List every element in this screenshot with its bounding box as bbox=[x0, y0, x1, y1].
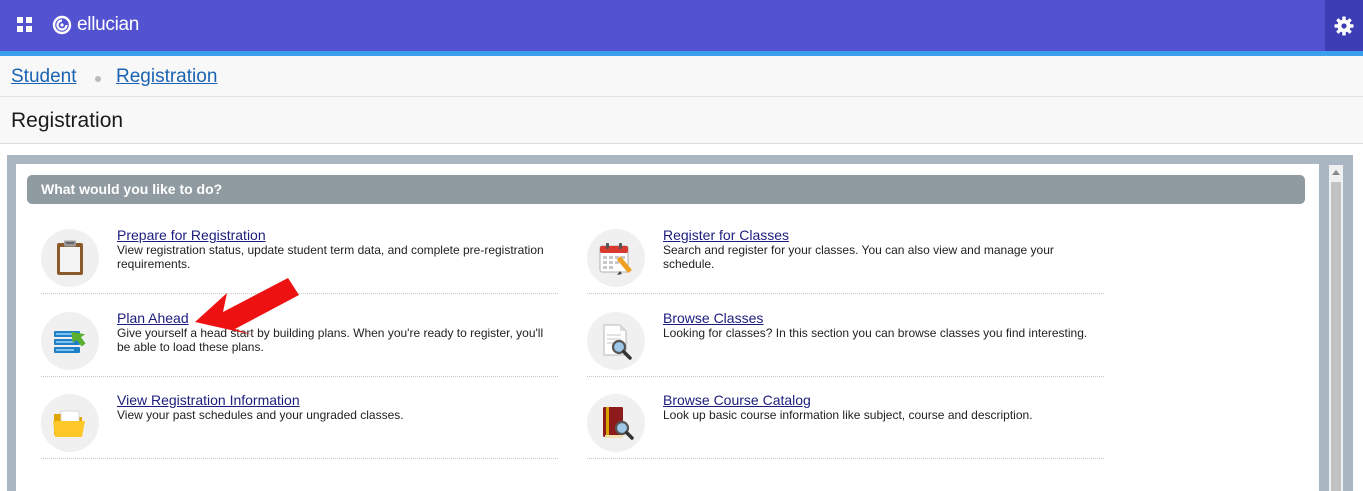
task-register-for-classes: Register for Classes Search and register… bbox=[587, 227, 1104, 294]
page-title: Registration bbox=[11, 109, 124, 132]
task-description: View registration status, update student… bbox=[117, 243, 544, 271]
content-frame: What would you like to do? Prepare for R… bbox=[7, 155, 1353, 491]
task-browse-course-catalog: Browse Course Catalog Look up basic cour… bbox=[587, 392, 1104, 459]
register-for-classes-link[interactable]: Register for Classes bbox=[663, 227, 789, 243]
plan-ahead-link[interactable]: Plan Ahead bbox=[117, 310, 189, 326]
breadcrumb-registration-link[interactable]: Registration bbox=[116, 66, 217, 88]
section-header: What would you like to do? bbox=[27, 175, 1305, 204]
vertical-scrollbar[interactable] bbox=[1329, 165, 1343, 491]
gear-icon bbox=[1334, 16, 1354, 35]
breadcrumb-separator bbox=[95, 76, 101, 82]
task-icon-wrapper[interactable] bbox=[587, 312, 645, 370]
book-search-icon bbox=[603, 407, 634, 440]
task-icon-wrapper[interactable] bbox=[587, 394, 645, 452]
task-description: Looking for classes? In this section you… bbox=[663, 326, 1088, 340]
brand-logo[interactable]: ellucian bbox=[52, 13, 139, 37]
browse-course-catalog-link[interactable]: Browse Course Catalog bbox=[663, 392, 811, 408]
plan-list-icon bbox=[54, 331, 86, 353]
document-search-icon bbox=[603, 324, 632, 360]
task-browse-classes: Browse Classes Looking for classes? In t… bbox=[587, 310, 1104, 377]
grid-apps-icon[interactable] bbox=[17, 17, 33, 33]
task-description: Give yourself a head start by building p… bbox=[117, 326, 544, 354]
task-prepare-for-registration: Prepare for Registration View registrati… bbox=[41, 227, 558, 294]
task-plan-ahead: Plan Ahead Give yourself a head start by… bbox=[41, 310, 558, 377]
scroll-thumb[interactable] bbox=[1331, 182, 1341, 491]
prepare-for-registration-link[interactable]: Prepare for Registration bbox=[117, 227, 266, 243]
brand-name: ellucian bbox=[77, 14, 140, 35]
task-icon-wrapper[interactable] bbox=[41, 394, 99, 452]
breadcrumb-student-link[interactable]: Student bbox=[11, 66, 77, 88]
browse-classes-link[interactable]: Browse Classes bbox=[663, 310, 763, 326]
task-description: Look up basic course information like su… bbox=[663, 408, 1033, 422]
task-description: Search and register for your classes. Yo… bbox=[663, 243, 1054, 271]
clipboard-icon bbox=[57, 240, 83, 275]
registration-panel: What would you like to do? Prepare for R… bbox=[16, 164, 1319, 491]
settings-button[interactable] bbox=[1325, 0, 1363, 51]
top-bar: ellucian bbox=[0, 0, 1363, 51]
task-view-registration-information: View Registration Information View your … bbox=[41, 392, 558, 459]
view-registration-information-link[interactable]: View Registration Information bbox=[117, 392, 300, 408]
breadcrumb: Student Registration bbox=[0, 56, 1363, 97]
task-icon-wrapper[interactable] bbox=[587, 229, 645, 287]
ellucian-logo-icon bbox=[52, 15, 72, 35]
scroll-up-arrow-icon[interactable] bbox=[1332, 170, 1340, 175]
calendar-edit-icon bbox=[599, 243, 632, 275]
folder-icon bbox=[53, 410, 85, 437]
task-description: View your past schedules and your ungrad… bbox=[117, 408, 404, 422]
task-icon-wrapper[interactable] bbox=[41, 229, 99, 287]
task-icon-wrapper[interactable] bbox=[41, 312, 99, 370]
title-bar: Registration bbox=[0, 97, 1363, 144]
